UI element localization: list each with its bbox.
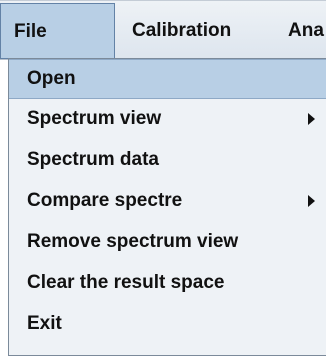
menu-item-open[interactable]: Open	[9, 59, 326, 99]
menu-item-label: Open	[27, 68, 76, 89]
menu-analysis[interactable]: Ana	[288, 3, 324, 59]
menu-file[interactable]: File	[0, 3, 115, 59]
menu-item-exit[interactable]: Exit	[9, 304, 326, 344]
menu-item-label: Spectrum view	[27, 108, 162, 129]
submenu-arrow-icon	[308, 195, 315, 207]
menu-item-remove-spectrum-view[interactable]: Remove spectrum view	[9, 222, 326, 262]
submenu-arrow-icon	[308, 113, 315, 125]
menu-item-clear-result-space[interactable]: Clear the result space	[9, 263, 326, 303]
menu-item-label: Exit	[27, 313, 62, 334]
menu-bar: File Calibration Ana	[0, 0, 326, 60]
menu-item-compare-spectre[interactable]: Compare spectre	[9, 181, 326, 221]
menu-item-label: Compare spectre	[27, 190, 183, 211]
menu-item-label: Remove spectrum view	[27, 231, 239, 252]
menu-calibration[interactable]: Calibration	[132, 3, 231, 59]
file-dropdown-menu: Open Spectrum view Spectrum data Compare…	[8, 58, 326, 356]
menu-item-label: Spectrum data	[27, 149, 159, 170]
menu-item-spectrum-view[interactable]: Spectrum view	[9, 99, 326, 139]
menu-item-label: Clear the result space	[27, 272, 225, 293]
menu-item-spectrum-data[interactable]: Spectrum data	[9, 140, 326, 180]
